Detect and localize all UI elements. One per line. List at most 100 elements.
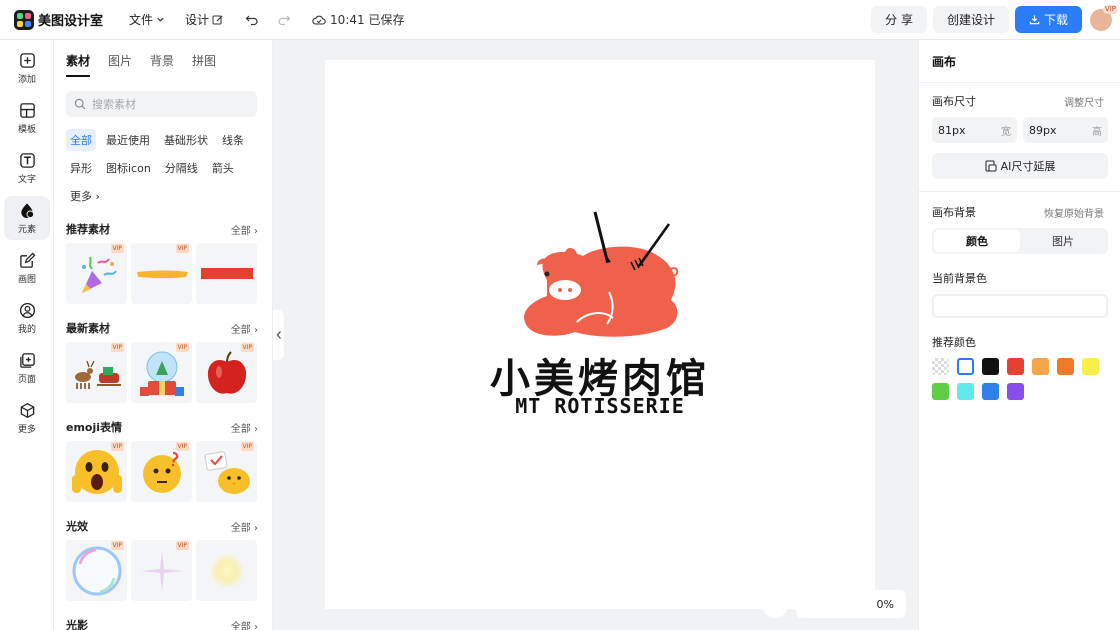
section-all-link[interactable]: 全部 › [231,222,258,237]
asset-thumb-reindeer-sleigh[interactable]: VIP [66,342,127,403]
reindeer-sleigh-icon [74,360,121,389]
color-swatch[interactable] [957,358,974,375]
asset-thumb-snow-globe[interactable]: VIP [131,342,192,403]
section-all-link[interactable]: 全部 › [231,618,258,630]
section-latest-header: 最新素材 全部 › [54,320,272,336]
vip-tag: VIP [110,244,124,253]
asset-thumb-party-popper[interactable]: VIP [66,243,127,304]
rail-item-text[interactable]: 文字 [4,146,50,190]
vip-tag: VIP [240,442,254,451]
design-menu-label: 设计 [185,13,210,27]
asset-thumb-yellow-stroke[interactable]: VIP [131,243,192,304]
chip-lines[interactable]: 线条 [218,129,248,151]
rail-item-add[interactable]: 添加 [4,46,50,90]
section-all-link[interactable]: 全部 › [231,519,258,534]
chip-basic-shapes[interactable]: 基础形状 [160,129,212,151]
all-label: 全部 [230,522,251,534]
color-swatch[interactable] [1082,358,1099,375]
section-emoji-grid: VIP VIP VIP [54,435,272,502]
section-title: emoji表情 [66,421,123,434]
chip-arrows[interactable]: 箭头 [208,157,238,179]
chip-icons[interactable]: 图标icon [102,157,155,179]
rail-item-mine[interactable]: 我的 [4,296,50,340]
cube-icon [20,402,34,418]
adjust-size-link[interactable]: 调整尺寸 [1064,94,1104,109]
download-button[interactable]: 下载 [1014,6,1082,33]
color-swatch[interactable] [932,383,949,400]
asset-thumb-bubble[interactable]: VIP [66,540,127,601]
color-swatch[interactable] [982,383,999,400]
category-chips: 全部 最近使用 基础形状 线条 异形 图标icon 分隔线 箭头 更多 › [54,117,272,213]
create-design-button[interactable]: 创建设计 [932,6,1009,33]
current-bg-color[interactable] [932,294,1108,318]
asset-thumb-shocked-emoji[interactable]: VIP [66,441,127,502]
color-swatch[interactable] [1007,358,1024,375]
rail-item-elements[interactable]: 元素 [4,196,50,240]
section-light-shadow-header: 光影 全部 › [54,617,272,630]
tab-assets[interactable]: 素材 [66,52,91,77]
artboard[interactable]: 小美烤肉馆 MT ROTISSERIE [325,60,875,609]
color-swatch[interactable] [957,383,974,400]
color-swatch[interactable] [932,358,949,375]
asset-search[interactable] [66,91,257,117]
width-value: 81px [938,123,966,137]
rail-item-label: 添加 [17,74,36,85]
ai-resize-icon [985,160,997,172]
ai-extend-button[interactable]: AI尺寸延展 [932,153,1108,179]
zoom-control[interactable]: 0% [796,590,906,618]
download-label: 下载 [1043,13,1068,27]
vip-badge: VIP [1102,4,1118,14]
bg-type-image[interactable]: 图片 [1020,230,1106,252]
search-input[interactable] [92,97,242,111]
rail-item-draw[interactable]: 画图 [4,246,50,290]
app-logo[interactable]: 美图设计室 [14,9,103,30]
color-swatch[interactable] [1057,358,1074,375]
collapse-panel-button[interactable] [273,310,284,360]
design-menu[interactable]: 设计 [185,11,224,28]
search-icon [74,98,86,110]
asset-thumb-sparkle[interactable]: VIP [131,540,192,601]
snow-globe-icon [139,351,184,396]
tab-backgrounds[interactable]: 背景 [150,52,174,77]
asset-thumb-red-bar[interactable] [196,243,257,304]
redo-button[interactable] [276,12,292,28]
section-recommended-header: 推荐素材 全部 › [54,221,272,237]
color-swatch[interactable] [982,358,999,375]
undo-button[interactable] [244,12,260,28]
left-rail: 添加 模板 文字 元素 画图 我的 页面 更多 [0,40,54,630]
section-all-link[interactable]: 全部 › [231,420,258,435]
rail-item-page[interactable]: 页面 [4,346,50,390]
rail-item-label: 更多 [17,424,36,435]
save-status: 10:41 已保存 [312,11,404,28]
section-all-link[interactable]: 全部 › [231,321,258,336]
chip-all[interactable]: 全部 [66,129,96,151]
asset-thumb-thinking-emoji[interactable]: VIP [131,441,192,502]
width-field[interactable]: 81px 宽 [932,117,1017,143]
color-swatch[interactable] [1007,383,1024,400]
asset-thumb-apple[interactable]: VIP [196,342,257,403]
help-button[interactable] [762,592,788,618]
section-title: 推荐素材 [66,223,110,236]
asset-thumb-glow[interactable] [196,540,257,601]
asset-thumb-chick-emoji[interactable]: VIP [196,441,257,502]
bg-type-color[interactable]: 颜色 [934,230,1020,252]
color-swatch[interactable] [1032,358,1049,375]
chip-more[interactable]: 更多 › [66,185,104,207]
rail-item-more[interactable]: 更多 [4,396,50,440]
height-field[interactable]: 89px 高 [1023,117,1108,143]
avatar[interactable]: VIP [1090,4,1118,31]
tab-images[interactable]: 图片 [108,52,132,77]
rail-item-template[interactable]: 模板 [4,96,50,140]
section-light-effect-header: 光效 全部 › [54,518,272,534]
chip-recent[interactable]: 最近使用 [102,129,154,151]
chip-irregular[interactable]: 异形 [66,157,96,179]
restore-bg-link[interactable]: 恢复原始背景 [1044,205,1104,220]
tab-collage[interactable]: 拼图 [192,52,216,77]
file-menu-label: 文件 [129,13,154,27]
chip-dividers[interactable]: 分隔线 [161,157,202,179]
page-add-icon [19,352,35,368]
file-menu[interactable]: 文件 [129,11,165,28]
pig-logo-illustration [524,211,679,337]
canvas-bg-label: 画布背景 [932,206,976,219]
share-button[interactable]: 分 享 [871,6,927,33]
